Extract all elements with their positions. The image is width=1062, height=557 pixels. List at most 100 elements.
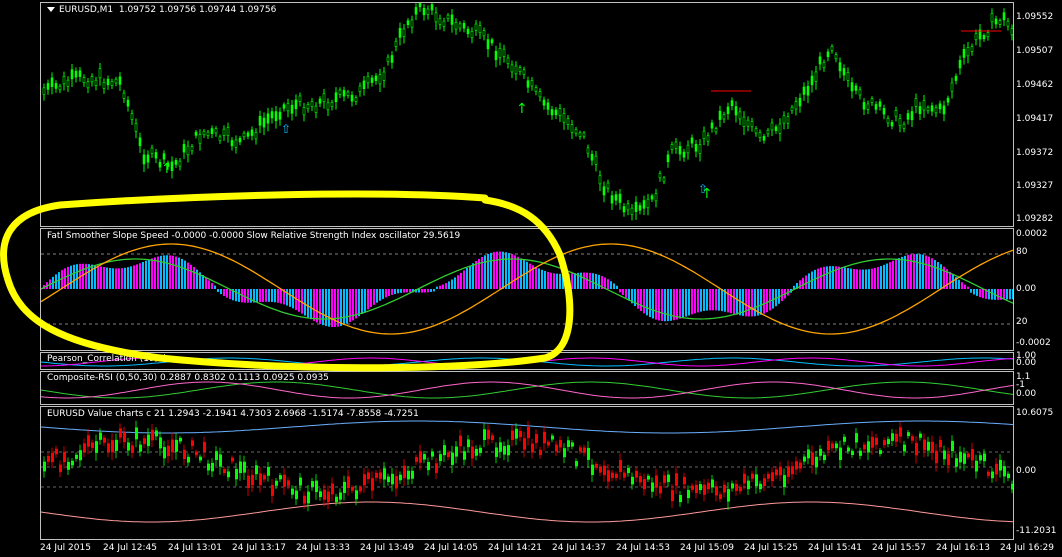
histogram-bar — [838, 266, 840, 289]
price-chart-panel[interactable]: EURUSD,M1 1.09752 1.09756 1.09744 1.0975… — [40, 2, 1014, 227]
histogram-bar — [898, 258, 900, 289]
price-candle-body — [174, 160, 178, 165]
time-label: 24 Jul 15:57 — [872, 543, 926, 553]
value-candle-body — [891, 433, 894, 441]
histogram-bar — [640, 289, 642, 312]
price-candle-body — [82, 77, 86, 83]
price-candle-body — [902, 123, 906, 129]
price-candle-body — [754, 128, 758, 134]
histogram-bar — [325, 289, 327, 327]
price-candle-body — [954, 75, 958, 81]
price-candle-body — [602, 186, 606, 196]
price-candle-body — [278, 111, 282, 120]
value-candle-body — [847, 447, 850, 452]
value-candle-body — [867, 441, 870, 453]
histogram-bar — [550, 272, 552, 289]
histogram-bar — [328, 289, 330, 327]
histogram-bar — [685, 289, 687, 317]
histogram-bar — [817, 268, 819, 289]
pearson-panel[interactable]: Pearson_Correlation (19,2) — [40, 352, 1014, 370]
value-candle-body — [507, 445, 510, 456]
histogram-bar — [802, 277, 804, 289]
price-candle-body — [266, 113, 270, 124]
histogram-bar — [436, 286, 438, 289]
value-candle-body — [83, 443, 86, 452]
price-candle-body — [1006, 20, 1010, 27]
composite-rsi-panel[interactable]: Composite-RSI (0,50,30) 0.2887 0.8302 0.… — [40, 371, 1014, 405]
histogram-bar — [529, 263, 531, 289]
price-candle-body — [982, 35, 986, 40]
value-candle-body — [683, 476, 686, 485]
price-candle-body — [486, 39, 490, 50]
price-candle-body — [738, 111, 742, 120]
histogram-bar — [127, 267, 129, 289]
price-candle-body — [826, 51, 830, 58]
price-candle-body — [206, 131, 210, 136]
price-candle-body — [474, 23, 478, 31]
histogram-bar — [379, 289, 381, 301]
histogram-bar — [556, 273, 558, 289]
histogram-bar — [607, 279, 609, 289]
value-candle-body — [971, 448, 974, 461]
price-candle-body — [998, 20, 1002, 25]
price-candle-body — [514, 65, 518, 75]
value-candle-body — [203, 441, 206, 452]
histogram-bar — [448, 281, 450, 289]
value-candle-body — [323, 489, 326, 500]
value-candle-body — [511, 430, 514, 440]
histogram-bar — [280, 289, 282, 304]
histogram-bar — [700, 289, 702, 312]
histogram-bar — [487, 253, 489, 289]
price-candle-body — [950, 82, 954, 92]
value-candle-body — [963, 453, 966, 464]
histogram-bar — [997, 289, 999, 300]
price-candle-body — [362, 80, 366, 90]
histogram-bar — [163, 255, 165, 289]
histogram-bar — [133, 265, 135, 289]
value-candle-body — [567, 440, 570, 447]
histogram-bar — [649, 289, 651, 318]
value-candle-body — [1011, 483, 1013, 490]
value-candle-body — [543, 431, 546, 444]
value-candle-body — [723, 484, 726, 493]
value-candle-body — [991, 471, 994, 479]
price-candle-body — [106, 78, 110, 86]
fatl-oscillator-panel[interactable]: Fatl Smoother Slope Speed -0.0000 -0.000… — [40, 228, 1014, 351]
value-candle-body — [823, 454, 826, 461]
histogram-bar — [571, 273, 573, 289]
price-candle-body — [570, 124, 574, 133]
price-candle-body — [250, 129, 254, 136]
value-candle-body — [87, 435, 90, 447]
value-candle-body — [179, 437, 182, 442]
value-candle-body — [947, 453, 950, 466]
price-candle-body — [394, 40, 398, 47]
value-candle-body — [375, 472, 378, 478]
histogram-bar — [490, 252, 492, 289]
value-charts-panel[interactable]: EURUSD Value charts c 21 1.2943 -2.1941 … — [40, 406, 1014, 540]
ohlc-values: 1.09752 1.09756 1.09744 1.09756 — [118, 5, 277, 15]
price-candle-body — [314, 105, 318, 113]
histogram-bar — [307, 289, 309, 318]
histogram-bar — [712, 289, 714, 311]
histogram-bar — [76, 264, 78, 289]
histogram-bar — [652, 289, 654, 319]
price-candle-body — [882, 108, 886, 115]
value-candle-body — [779, 466, 782, 476]
value-candle-body — [671, 490, 674, 502]
price-candle-body — [702, 130, 706, 139]
price-candle-body — [958, 59, 962, 69]
price-candle-body — [358, 85, 362, 93]
price-candle-body — [706, 135, 710, 142]
histogram-bar — [400, 289, 402, 293]
menu-triangle-icon[interactable] — [47, 7, 55, 12]
price-candle-body — [986, 32, 990, 38]
histogram-bar — [457, 275, 459, 289]
value-candle-body — [571, 442, 574, 447]
histogram-bar — [373, 289, 375, 305]
value-candle-body — [923, 439, 926, 451]
price-candle-body — [354, 97, 358, 102]
value-candle-body — [227, 471, 230, 478]
histogram-bar — [904, 255, 906, 289]
value-candle-body — [59, 464, 62, 473]
value-candle-body — [999, 459, 1002, 471]
